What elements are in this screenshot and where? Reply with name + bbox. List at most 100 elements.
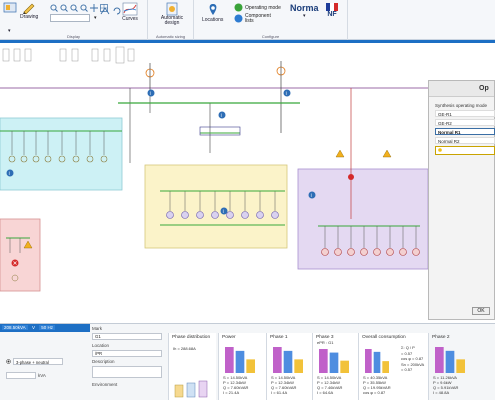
drawing-label: Drawing [20, 14, 39, 20]
overall-legend: S = 40.35kVA P = 35.55kW Q = 19.95kVAR c… [363, 375, 391, 395]
refresh-icon[interactable] [112, 6, 122, 16]
automatic-sizing-group: Automatic design Automatic sizing [148, 0, 194, 40]
phase1-panel: Phase 1 S = 14.50kVA P = 12.34kW Q = 7.6… [266, 333, 312, 400]
description-field[interactable] [92, 366, 162, 378]
phase1-chart[interactable] [271, 345, 311, 373]
locations-button[interactable]: Locations [202, 3, 223, 23]
phase3-chart[interactable] [317, 347, 357, 373]
zoom-fit-icon[interactable] [70, 4, 78, 12]
drawing-button[interactable]: Drawing [20, 2, 38, 20]
overall-summary: Σ: Q / P = 0.57 cos φ = 0.87 Sn = 200kVA… [401, 345, 424, 373]
source-generator-right[interactable] [276, 61, 286, 133]
zoom-level-field[interactable] [50, 14, 90, 22]
ok-button[interactable]: OK [472, 307, 490, 315]
component-lists-icon [234, 14, 243, 23]
info-icon[interactable]: i [218, 111, 226, 120]
curves-icon [122, 2, 138, 16]
bar-mark [365, 349, 372, 373]
location-label: Location [92, 343, 110, 348]
phase2-title: Phase 2 [432, 335, 450, 340]
bar-mark [294, 359, 303, 373]
info-icon[interactable]: i [283, 89, 291, 98]
radio-selected-icon [6, 359, 11, 364]
operating-mode-button[interactable]: Operating mode [234, 3, 281, 12]
fault-icon[interactable] [348, 174, 354, 180]
svg-text:i: i [286, 91, 287, 97]
bar-mark [225, 347, 234, 373]
warning-icon[interactable] [382, 149, 392, 158]
diagram-canvas[interactable]: i i i i i i [0, 43, 495, 323]
curves-label: Curves [122, 16, 138, 22]
configure-group-label: Configure [261, 34, 280, 39]
norma-button[interactable]: Norma ▾ [290, 3, 319, 19]
single-line-diagram[interactable]: i i i i i i [0, 43, 495, 323]
overall-consumption-panel: Overall consumption S = 40.35kVA P = 35.… [358, 333, 428, 400]
fault-icon[interactable] [11, 259, 19, 267]
kva-field[interactable] [6, 372, 36, 379]
snap-icon[interactable] [100, 6, 110, 16]
switchboard-center[interactable] [199, 126, 241, 136]
kva-unit-label: kVA [38, 373, 46, 378]
nf-button[interactable]: NF [326, 3, 338, 18]
operating-mode-list: GE-R1 GE-R2 Normal R1 Normal R2 [429, 110, 495, 144]
zone-cyan[interactable] [0, 117, 123, 191]
chevron-down-icon[interactable]: ▾ [94, 15, 97, 21]
view-icon [3, 2, 17, 13]
snap-tools [100, 6, 122, 16]
phase-type-field[interactable]: 3-phase + neutral [13, 358, 63, 365]
toolbar-symbols [2, 46, 135, 64]
supply-title: ePR : G1 [317, 340, 334, 345]
power-panel: Power S = 14.50kVA P = 12.34kW Q = 7.60k… [218, 333, 266, 400]
phase-distribution-title: Phase distribution [172, 335, 211, 340]
svg-text:i: i [223, 209, 224, 215]
zoom-out-icon[interactable] [60, 4, 68, 12]
svg-text:i: i [150, 91, 151, 97]
nf-label: NF [327, 11, 337, 18]
source-transformer-left[interactable] [145, 63, 155, 93]
phase1-title: Phase 1 [270, 335, 288, 340]
operating-mode-item[interactable]: GE-R1 [435, 110, 495, 117]
overall-chart[interactable] [363, 347, 397, 373]
bar-mark [329, 352, 339, 373]
phase-distribution-chart[interactable] [173, 373, 213, 399]
view-button[interactable] [3, 2, 17, 14]
automatic-design-button[interactable]: Automatic design [158, 2, 186, 26]
bar-mark [283, 350, 293, 373]
legend-i: I = 21.4A [223, 390, 240, 395]
value-field[interactable]: 208.50kVA [2, 325, 28, 330]
frequency-field[interactable]: 50 Hz [39, 325, 55, 330]
zoom-in-icon[interactable] [50, 4, 58, 12]
zone-yellow[interactable] [144, 164, 288, 249]
power-chart[interactable] [223, 345, 263, 373]
pan-icon[interactable] [90, 4, 98, 12]
operating-mode-item[interactable]: GE-R2 [435, 119, 495, 126]
operating-mode-item[interactable]: Normal R2 [435, 137, 495, 144]
power-title: Power [222, 335, 236, 340]
warning-icon[interactable] [335, 149, 345, 158]
automatic-design-label: Automatic design [160, 15, 184, 26]
mark-field[interactable]: G1 [92, 333, 162, 340]
bar-mark [246, 359, 255, 373]
zoom-window-icon[interactable] [80, 4, 88, 12]
panel-title: Op [429, 81, 494, 97]
norma-label: Norma [290, 3, 319, 13]
zone-pink[interactable] [0, 218, 41, 292]
phase2-panel: Phase 2 S = 11.26kVA P = 9.6kW Q = 5.91k… [428, 333, 495, 400]
phase-type-option[interactable]: 3-phase + neutral [6, 358, 63, 365]
phase2-chart[interactable] [433, 345, 473, 373]
chevron-down-icon: ▾ [303, 13, 306, 19]
phase2-legend: S = 11.26kVA P = 9.6kW Q = 5.91kVAR I = … [433, 375, 458, 395]
info-icon[interactable]: i [147, 89, 155, 98]
component-lists-button[interactable]: Component lists [234, 14, 273, 24]
automatic-sizing-group-label: Automatic sizing [155, 34, 186, 39]
bar-mark [235, 350, 245, 373]
app-window: Drawing ▾ ▾ Curves Display Automatic des… [0, 0, 495, 400]
location-pin-icon [209, 4, 217, 15]
operating-mode-item[interactable]: Normal R1 [435, 128, 495, 135]
curves-button[interactable]: Curves [122, 2, 138, 22]
phase1-legend: S = 14.50kVA P = 12.34kW Q = 7.60kVAR I … [271, 375, 296, 395]
environment-label: Environment [92, 382, 118, 387]
mode-entry-field[interactable] [435, 146, 495, 155]
operating-mode-panel: Op Synthesis operating mode GE-R1 GE-R2 No… [428, 80, 495, 320]
location-field[interactable]: /PR [92, 350, 162, 357]
